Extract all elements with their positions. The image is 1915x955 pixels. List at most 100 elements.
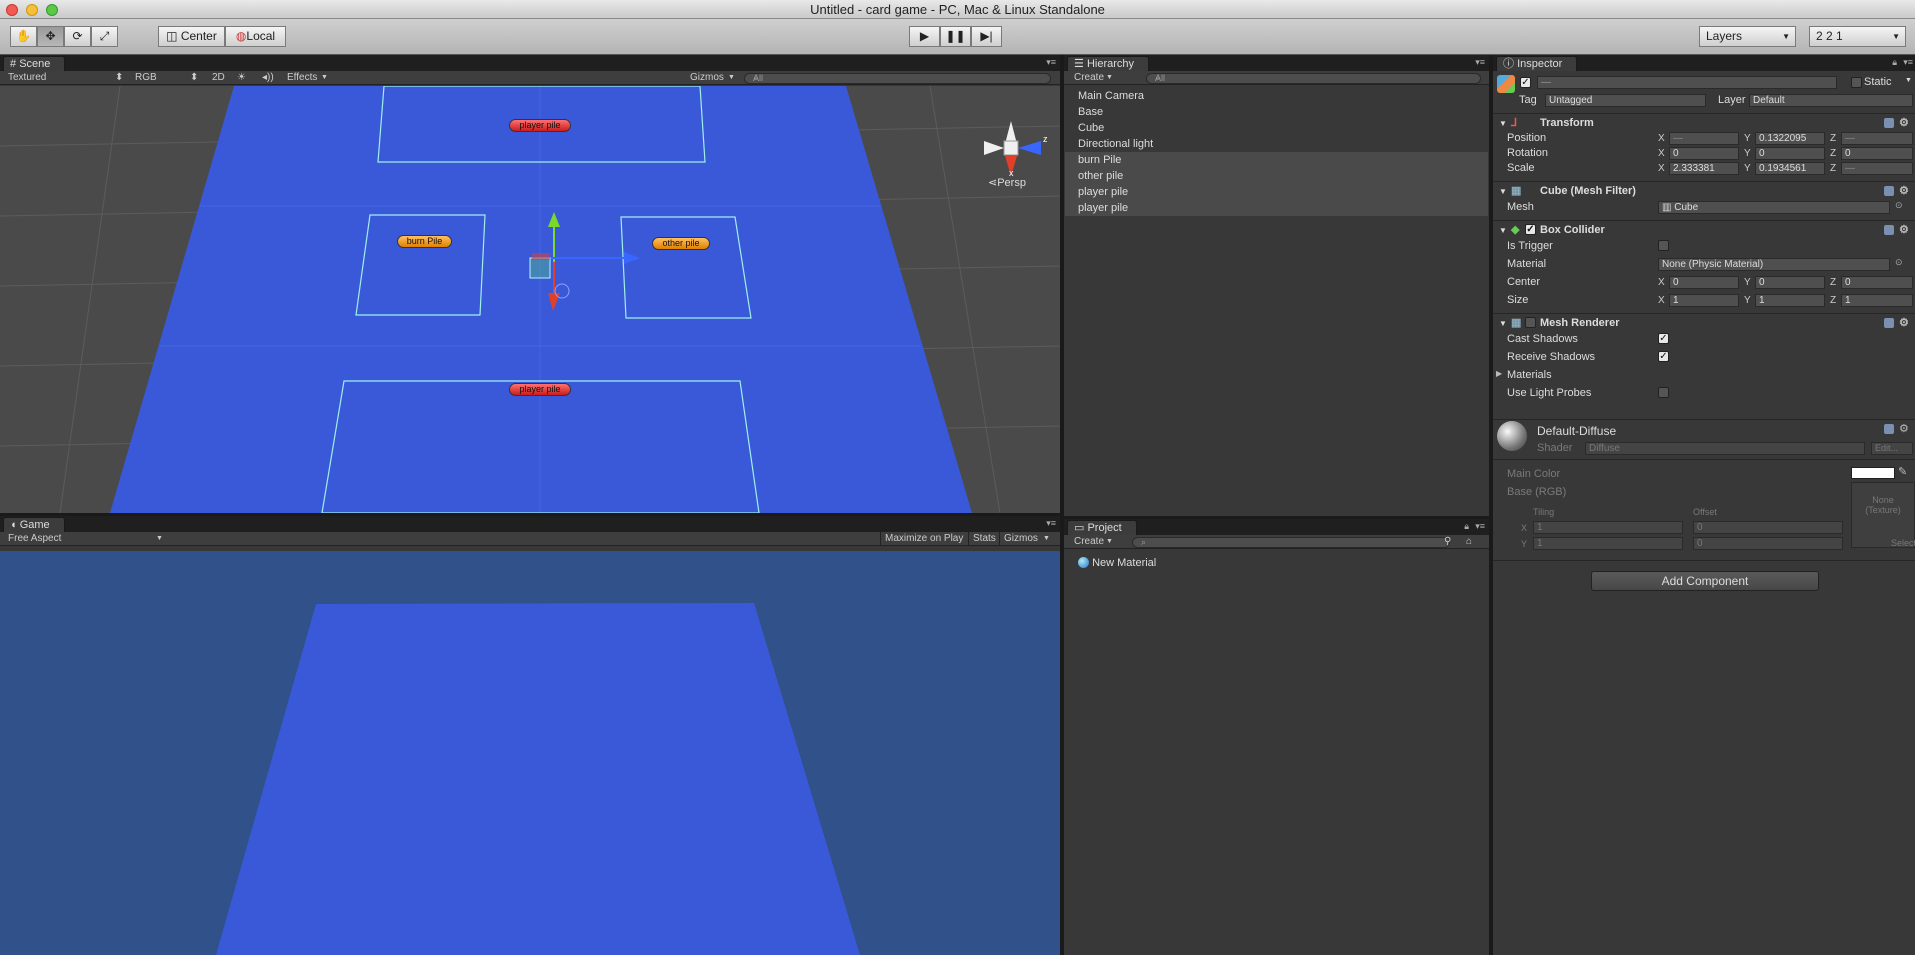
object-picker-icon[interactable]: ⊙ <box>1895 257 1903 268</box>
hierarchy-item-burn-pile[interactable]: burn Pile <box>1065 152 1488 168</box>
help-icon[interactable] <box>1884 225 1894 235</box>
use-light-probes-checkbox[interactable] <box>1658 387 1669 398</box>
offset-x-field[interactable]: 0 <box>1693 521 1843 534</box>
position-y-field[interactable]: 0.1322095 <box>1755 132 1825 145</box>
project-create-dropdown[interactable]: Create <box>1074 535 1104 549</box>
gear-icon[interactable]: ⚙ <box>1899 182 1909 201</box>
pivot-local-toggle[interactable]: ◍Local <box>225 26 286 47</box>
panel-menu-icon[interactable]: ▾≡ <box>1475 521 1485 532</box>
layer-dropdown[interactable]: Default <box>1749 94 1913 107</box>
active-checkbox[interactable]: ✓ <box>1520 77 1531 88</box>
filter-by-type-icon[interactable]: ⚲ <box>1444 535 1451 549</box>
scene-plane[interactable] <box>110 86 972 513</box>
minimize-window-button[interactable] <box>26 4 38 16</box>
hierarchy-item-player-pile[interactable]: player pile <box>1065 200 1488 216</box>
panel-menu-icon[interactable]: ▾≡ <box>1475 57 1485 68</box>
box-collider-enabled-checkbox[interactable]: ✓ <box>1525 224 1536 235</box>
aspect-dropdown[interactable]: Free Aspect <box>8 532 61 546</box>
texture-select-button[interactable]: Select <box>1891 538 1915 548</box>
box-collider-header[interactable]: ▼ ◆ ✓ Box Collider ⚙ <box>1493 220 1915 239</box>
game-viewport[interactable] <box>0 551 1060 955</box>
is-trigger-checkbox[interactable] <box>1658 240 1669 251</box>
render-mode-dropdown[interactable]: RGB <box>135 71 157 85</box>
transform-header[interactable]: ▼ ⅃ Transform ⚙ <box>1493 113 1915 132</box>
mesh-field[interactable]: ▥ Cube <box>1658 201 1890 214</box>
project-item-new-material[interactable]: New Material <box>1078 557 1156 569</box>
tab-game[interactable]: ◖ Game <box>3 517 65 532</box>
hand-tool-button[interactable]: ✋ <box>10 26 37 47</box>
object-name-field[interactable]: — <box>1537 76 1837 89</box>
panel-menu-icon[interactable]: ▾≡ <box>1046 518 1056 529</box>
tiling-y-field[interactable]: 1 <box>1533 537 1683 550</box>
hierarchy-item-main-camera[interactable]: Main Camera <box>1065 88 1488 104</box>
center-z-field[interactable]: 0 <box>1841 276 1913 289</box>
size-y-field[interactable]: 1 <box>1755 294 1825 307</box>
scene-gizmos-dropdown[interactable]: Gizmos <box>690 71 724 85</box>
lock-icon[interactable]: 🔒︎ <box>1892 57 1897 68</box>
gear-icon[interactable]: ⚙ <box>1899 422 1909 435</box>
eyedropper-icon[interactable]: ✎ <box>1898 465 1907 478</box>
pivot-center-toggle[interactable]: ◫ Center <box>158 26 225 47</box>
label-bottom-player-pile[interactable]: player pile <box>509 383 571 396</box>
size-z-field[interactable]: 1 <box>1841 294 1913 307</box>
play-button[interactable]: ▶ <box>909 26 940 47</box>
rotation-y-field[interactable]: 0 <box>1755 147 1825 160</box>
label-burn-pile[interactable]: burn Pile <box>397 235 452 248</box>
tiling-x-field[interactable]: 1 <box>1533 521 1683 534</box>
help-icon[interactable] <box>1884 424 1894 434</box>
foldout-arrow-icon[interactable]: ▶ <box>1496 369 1502 378</box>
hierarchy-item-base[interactable]: Base <box>1065 104 1488 120</box>
2d-toggle[interactable]: 2D <box>212 71 225 85</box>
panel-menu-icon[interactable]: ▾≡ <box>1903 57 1913 68</box>
tab-project[interactable]: ▭ Project <box>1067 520 1137 535</box>
mesh-renderer-header[interactable]: ▼ ▦ Mesh Renderer ⚙ <box>1493 313 1915 332</box>
tag-dropdown[interactable]: Untagged <box>1545 94 1706 107</box>
gizmo-plane-handle[interactable] <box>529 257 551 279</box>
scale-x-field[interactable]: 2.333381 <box>1669 162 1739 175</box>
rotation-x-field[interactable]: 0 <box>1669 147 1739 160</box>
filter-by-label-icon[interactable]: ⌂ <box>1466 535 1472 549</box>
add-component-button[interactable]: Add Component <box>1591 571 1819 591</box>
size-x-field[interactable]: 1 <box>1669 294 1739 307</box>
gear-icon[interactable]: ⚙ <box>1899 314 1909 333</box>
position-x-field[interactable]: — <box>1669 132 1739 145</box>
effects-dropdown[interactable]: Effects <box>287 71 317 85</box>
rotate-tool-button[interactable]: ⟳ <box>64 26 91 47</box>
gear-icon[interactable]: ⚙ <box>1899 114 1909 133</box>
physic-material-field[interactable]: None (Physic Material) <box>1658 258 1890 271</box>
label-top-player-pile[interactable]: player pile <box>509 119 571 132</box>
zoom-window-button[interactable] <box>46 4 58 16</box>
stats-toggle[interactable]: Stats <box>968 532 996 546</box>
label-other-pile[interactable]: other pile <box>652 237 710 250</box>
project-search-input[interactable]: ⌕ <box>1132 537 1450 548</box>
help-icon[interactable] <box>1884 186 1894 196</box>
center-x-field[interactable]: 0 <box>1669 276 1739 289</box>
rotation-z-field[interactable]: 0 <box>1841 147 1913 160</box>
shader-dropdown[interactable]: Diffuse <box>1585 442 1865 455</box>
draw-mode-dropdown[interactable]: Textured <box>8 71 46 85</box>
move-tool-button[interactable]: ✥ <box>37 26 64 47</box>
lock-icon[interactable]: 🔒︎ <box>1464 521 1469 532</box>
scene-viewport[interactable]: player pile burn Pile other pile player … <box>0 86 1060 513</box>
pause-button[interactable]: ❚❚ <box>940 26 971 47</box>
tab-scene[interactable]: # Scene <box>3 56 66 71</box>
receive-shadows-checkbox[interactable]: ✓ <box>1658 351 1669 362</box>
maximize-on-play-toggle[interactable]: Maximize on Play <box>880 532 963 546</box>
center-y-field[interactable]: 0 <box>1755 276 1825 289</box>
mesh-filter-header[interactable]: ▼ ▦ Cube (Mesh Filter) ⚙ <box>1493 181 1915 200</box>
scene-search-input[interactable]: ⌕ All <box>744 73 1051 84</box>
offset-y-field[interactable]: 0 <box>1693 537 1843 550</box>
static-checkbox[interactable] <box>1851 77 1862 88</box>
panel-menu-icon[interactable]: ▾≡ <box>1046 57 1056 68</box>
close-window-button[interactable] <box>6 4 18 16</box>
layout-dropdown[interactable]: 2 2 1 ▼ <box>1809 26 1906 47</box>
hierarchy-item-player-pile[interactable]: player pile <box>1065 184 1488 200</box>
scale-z-field[interactable]: — <box>1841 162 1913 175</box>
gear-icon[interactable]: ⚙ <box>1899 221 1909 240</box>
help-icon[interactable] <box>1884 118 1894 128</box>
gizmo-plane-handle-xz[interactable] <box>532 253 550 260</box>
tab-inspector[interactable]: ⓘ Inspector <box>1496 56 1578 71</box>
layers-dropdown[interactable]: Layers ▼ <box>1699 26 1796 47</box>
persp-toggle[interactable]: ⋖Persp <box>988 176 1026 189</box>
object-picker-icon[interactable]: ⊙ <box>1895 200 1903 211</box>
